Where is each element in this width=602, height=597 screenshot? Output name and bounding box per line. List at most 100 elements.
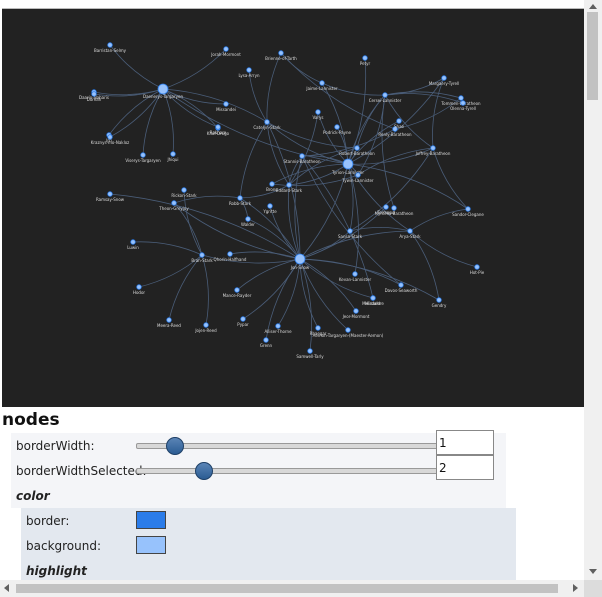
graph-node-dot[interactable] [474,264,480,270]
vertical-scrollbar[interactable] [584,0,602,580]
border-width-selected-input[interactable] [436,455,494,480]
border-width-selected-slider-thumb[interactable] [194,462,213,480]
graph-node-dot[interactable] [354,145,360,151]
graph-node-dot[interactable] [263,337,269,343]
graph-node-dot[interactable] [234,287,240,293]
graph-node-dot[interactable] [275,323,281,329]
graph-node-dot[interactable] [307,348,313,354]
scroll-down-arrow-icon[interactable] [589,569,597,574]
graph-node-missandei[interactable]: Missandei [216,101,236,112]
graph-node-daenerys[interactable]: Daenerys-Targaryen [143,83,183,99]
graph-node-dot[interactable] [334,124,340,130]
graph-node-eddard[interactable]: Eddard-Stark [276,182,303,193]
graph-node-dot[interactable] [294,253,306,265]
graph-node-dot[interactable] [171,200,177,206]
scroll-right-arrow-icon[interactable] [573,584,578,592]
graph-node-dot[interactable] [278,50,284,56]
graph-node-dot[interactable] [391,205,397,211]
graph-node-dot[interactable] [136,284,142,290]
graph-node-dot[interactable] [267,203,273,209]
graph-node-dot[interactable] [240,316,246,322]
graph-node-dot[interactable] [130,239,136,245]
graph-node-rakharo[interactable]: Rakharo [210,124,227,135]
graph-node-dot[interactable] [382,92,388,98]
graph-node-brienne[interactable]: Brienne-of-Tarth [265,50,297,61]
graph-node-dot[interactable] [315,109,321,115]
graph-node-dot[interactable] [458,95,464,101]
network-graph-canvas[interactable]: Daenerys-Targaryen Jon-Snow Tyrion-Lannist… [2,8,584,407]
graph-node-dot[interactable] [430,145,436,151]
graph-node-bronn[interactable]: Bronn [266,181,278,192]
graph-node-kraznys[interactable]: Kraznys-mo-Nakloz [91,134,130,145]
graph-node-dot[interactable] [396,118,402,124]
graph-node-dot[interactable] [460,100,466,106]
graph-node-dot[interactable] [299,153,305,159]
graph-node-tyrion[interactable]: Tyrion-Lannister [331,158,364,175]
graph-node-margaery[interactable]: Margaery-Tyrell [429,75,459,86]
graph-node-pypar[interactable]: Pypar [237,316,249,327]
graph-node-dot[interactable] [347,228,353,234]
graph-node-rickon[interactable]: Rickon-Stark [171,187,197,198]
graph-node-dot[interactable] [157,83,169,95]
network-graph-svg[interactable]: Daenerys-Targaryen Jon-Snow Tyrion-Lannist… [2,9,584,407]
graph-node-jiqui[interactable]: Jhiqui [166,151,179,162]
graph-node-joffrey[interactable]: Joffrey-Baratheon [415,145,451,156]
border-color-swatch[interactable] [136,511,166,529]
graph-node-dot[interactable] [269,181,275,187]
graph-node-dot[interactable] [342,158,354,170]
graph-node-dot[interactable] [465,206,471,212]
graph-node-dot[interactable] [223,101,229,107]
graph-node-davos[interactable]: Davos-Seaworth [385,282,418,293]
scroll-left-arrow-icon[interactable] [4,584,9,592]
graph-node-dot[interactable] [91,91,97,97]
graph-node-dot[interactable] [140,152,146,158]
graph-node-bran[interactable]: Bran-Stark [191,252,213,263]
graph-node-dot[interactable] [286,182,292,188]
graph-node-grenn[interactable]: Grenn [260,337,273,348]
graph-node-luwin[interactable]: Luwin [127,239,139,250]
graph-node-meera[interactable]: Meera-Reed [157,317,181,328]
graph-node-jojen[interactable]: Jojen-Reed [194,322,217,333]
graph-node-ramsay[interactable]: Ramsay-Snow [96,191,125,202]
graph-node-jaime[interactable]: Jaime-Lannister [305,80,338,91]
scroll-up-arrow-icon[interactable] [589,4,597,9]
graph-node-petyr[interactable]: Petyr [360,55,371,66]
graph-node-dot[interactable] [370,295,376,301]
graph-node-dot[interactable] [181,187,187,193]
graph-node-dot[interactable] [345,327,351,333]
graph-node-podrick[interactable]: Podrick-Payne [323,124,352,135]
graph-node-dot[interactable] [199,252,205,258]
graph-node-dot[interactable] [264,119,270,125]
graph-node-dot[interactable] [107,42,113,48]
graph-node-ygritte[interactable]: Ygritte [262,203,277,214]
graph-node-sandor[interactable]: Sandor-Clegane [452,206,484,217]
graph-node-dot[interactable] [315,325,321,331]
graph-node-catelyn[interactable]: Catelyn-Stark [253,119,281,130]
graph-node-dot[interactable] [355,172,361,178]
graph-node-dot[interactable] [215,124,221,130]
graph-node-dot[interactable] [246,67,252,73]
graph-node-dot[interactable] [398,282,404,288]
graph-node-mance[interactable]: Mance-Rayder [223,287,252,298]
graph-node-dot[interactable] [319,80,325,86]
graph-node-qhorin[interactable]: Qhorin-Halfhand [214,251,247,262]
graph-node-viserys[interactable]: Viserys-Targaryen [125,152,161,163]
graph-node-dot[interactable] [107,191,113,197]
graph-node-jeor[interactable]: Jeor-Mormont [342,308,370,319]
graph-node-dot[interactable] [352,271,358,277]
graph-node-gendry[interactable]: Gendry [432,297,447,308]
graph-node-dot[interactable] [107,134,113,140]
graph-node-walder[interactable]: Walder [241,216,255,227]
graph-node-lysa[interactable]: Lysa-Arryn [239,67,260,78]
graph-node-jorah[interactable]: Jorah-Mormont [210,46,241,57]
graph-nodes[interactable]: Daenerys-Targaryen Jon-Snow Tyrion-Lannist… [79,42,485,359]
graph-node-dot[interactable] [166,317,172,323]
graph-node-dot[interactable] [237,195,243,201]
graph-node-rhaegar[interactable]: Rhaegar [310,325,327,336]
vertical-scrollbar-thumb[interactable] [587,12,598,100]
graph-node-barristan[interactable]: Barristan-Selmy [94,42,127,53]
border-width-selected-slider[interactable] [136,462,438,480]
graph-node-dot[interactable] [383,204,389,210]
horizontal-scrollbar-thumb[interactable] [16,584,558,593]
graph-node-dot[interactable] [245,216,251,222]
